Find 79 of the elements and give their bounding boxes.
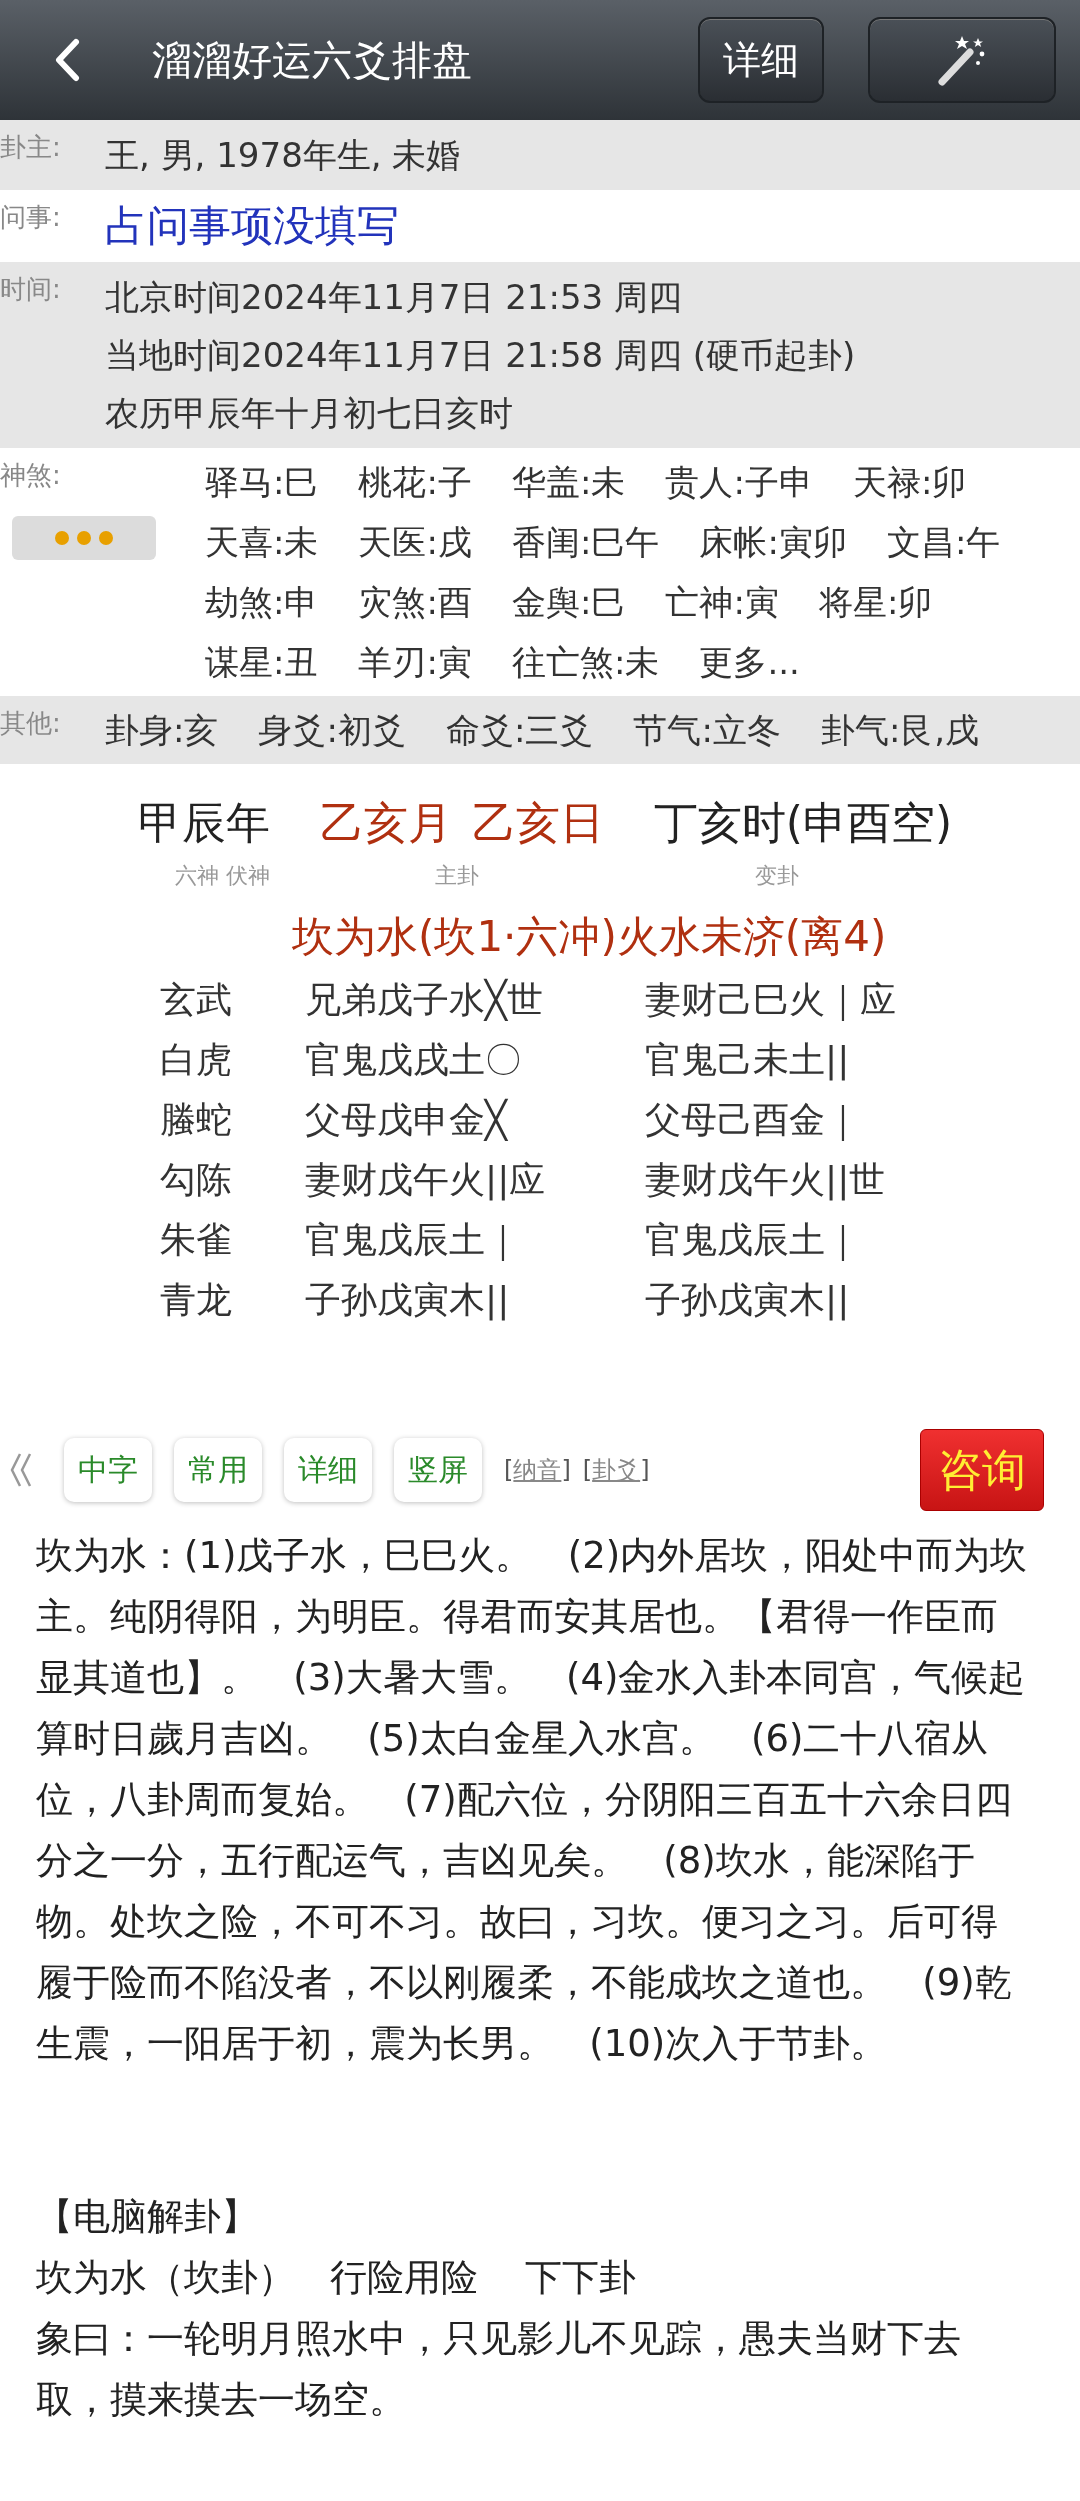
row-label: 其他: <box>0 707 62 740</box>
toolbar-button[interactable]: 详细 <box>284 1438 372 1502</box>
question-link[interactable]: 占问事项没填写 <box>105 196 1080 256</box>
section-heading: 【电脑解卦】 <box>36 2194 259 2240</box>
info-item: 华盖:未 <box>511 461 626 504</box>
consult-button[interactable]: 咨询 <box>920 1429 1044 1511</box>
line-cell-text: 妻财戊午火||世 <box>645 1158 887 1203</box>
column-heading: 六神 伏神 <box>175 862 271 890</box>
info-item: 驿马:巳 <box>205 461 319 504</box>
pillar-text: 乙亥月 <box>319 796 452 850</box>
spirit-cell-text: 白虎 <box>160 1038 233 1082</box>
toolbar-button[interactable]: 中字 <box>64 1438 152 1502</box>
line-cell-text: 兄弟戊子水╳世 <box>305 977 544 1023</box>
app-title: 溜溜好运六爻排盘 <box>152 35 472 85</box>
toolbar-link[interactable]: 纳音 <box>513 1456 562 1484</box>
bracket: [ <box>504 1456 514 1484</box>
row-label: 神煞: <box>0 459 61 492</box>
detail-button[interactable]: 详细 <box>698 17 824 103</box>
info-item: 往亡煞:未 <box>511 641 660 684</box>
info-item: 节气:立冬 <box>633 709 781 752</box>
toolbar-button[interactable]: 常用 <box>174 1438 262 1502</box>
info-item: 床帐:寅卯 <box>699 521 847 564</box>
info-item: 文昌:午 <box>886 521 1001 564</box>
line-cell-text: 父母戊申金╳ <box>305 1097 509 1143</box>
info-text: 农历甲辰年十月初七日亥时 <box>105 392 514 435</box>
paragraph: 象曰：一轮明月照水中，只见影儿不见踪，愚夫当财下去取，摸来摸去一场空。 <box>36 2316 962 2423</box>
line-cell-text: 官鬼戊辰土｜ <box>305 1218 521 1263</box>
info-item: 天禄:卯 <box>852 461 967 504</box>
toolbar-link[interactable]: 卦爻 <box>592 1456 641 1484</box>
info-text: 当地时间2024年11月7日 21:58 周四 (硬币起卦) <box>105 334 857 377</box>
info-item: 天医:戌 <box>358 521 472 564</box>
dots-icon <box>52 529 116 547</box>
hexagram-name: 坎为水(坎1·六冲)火水未济(离4) <box>292 911 888 963</box>
info-item: 贵人:子申 <box>665 461 813 504</box>
magic-wand-button[interactable] <box>868 17 1056 103</box>
row-label: 卦主: <box>0 131 62 164</box>
row-label: 问事: <box>0 201 62 234</box>
info-item: 亡神:寅 <box>665 581 779 624</box>
toolbar-button[interactable]: 竖屏 <box>394 1438 482 1502</box>
line-cell-text: 父母己酉金｜ <box>645 1098 861 1143</box>
info-item: 谋星:丑 <box>205 641 319 684</box>
info-item: 更多... <box>699 641 800 684</box>
spirit-cell-text: 朱雀 <box>160 1218 233 1262</box>
bracket: ] <box>561 1456 571 1484</box>
row-label: 时间: <box>0 273 62 306</box>
spirit-cell-text: 青龙 <box>160 1278 233 1322</box>
column-heading: 主卦 <box>435 862 480 890</box>
info-item: 卦气:艮,戌 <box>820 709 980 752</box>
pillar-text: 丁亥时(申酉空) <box>653 796 953 850</box>
line-cell-text: 子孙戊寅木|| <box>305 1278 511 1323</box>
line-cell-text: 子孙戊寅木|| <box>645 1278 851 1323</box>
info-item: 羊刃:寅 <box>358 641 472 684</box>
info-item: 香闺:巳午 <box>511 521 660 564</box>
line-cell-text: 妻财戊午火||应 <box>305 1158 547 1203</box>
line-cell-text: 官鬼己未土|| <box>645 1038 851 1083</box>
info-item: 灾煞:酉 <box>358 581 472 624</box>
spirit-cell-text: 勾陈 <box>160 1158 233 1202</box>
pillar-text: 乙亥日 <box>471 796 604 850</box>
info-item: 将星:卯 <box>818 581 933 624</box>
bracket: ] <box>640 1456 650 1484</box>
line-cell-text: 官鬼戊辰土｜ <box>645 1218 861 1263</box>
info-text: 北京时间2024年11月7日 21:53 周四 <box>105 276 684 319</box>
spirit-cell-text: 螣蛇 <box>160 1098 233 1142</box>
info-item: 身爻:初爻 <box>258 709 406 752</box>
line-cell-text: 官鬼戊戌土〇 <box>305 1038 522 1082</box>
info-item: 劫煞:申 <box>205 581 319 624</box>
bracket: [ <box>582 1456 593 1484</box>
paragraph: 坎为水（坎卦） 行险用险 下下卦 <box>36 2255 638 2301</box>
info-item: 卦身:亥 <box>105 709 219 752</box>
column-heading: 变卦 <box>755 862 799 890</box>
info-text: 王, 男, 1978年生, 未婚 <box>105 134 462 177</box>
pillar-text: 甲辰年 <box>137 796 270 850</box>
info-item: 天喜:未 <box>205 521 319 564</box>
line-cell-text: 妻财己巳火｜应 <box>645 978 897 1023</box>
spirit-cell-text: 玄武 <box>160 978 233 1022</box>
info-item: 命爻:三爻 <box>445 709 594 752</box>
info-item: 金舆:巳 <box>511 581 626 624</box>
paragraph: 坎为水：(1)戊子水，巳巳火。 (2)内外居坎，阳处中而为坎主。纯阴得阳，为明臣。得君而安其居也。【君得一作臣而显其道也】。 (3)大暑大雪。 (4)金水入卦本同宫，气候起算时日歲月吉凶。 (5)太白金星入水宫。 (6)二十八宿从位，八卦周而复始。 (7)配六位，分阴阳三百五十六余日四分之一分，五行配运气，吉凶见矣。 (8)坎水，能深陷于物。处坎之险，不可不习。故曰，习坎。便习之习。后可得履于险而不陷没者，不以刚履柔，不能成坎之道也。 (9)乾生震，一阳居于初，震为长男。 (10)次入于节卦。 <box>36 1533 1029 2067</box>
info-item: 桃花:子 <box>358 461 472 504</box>
